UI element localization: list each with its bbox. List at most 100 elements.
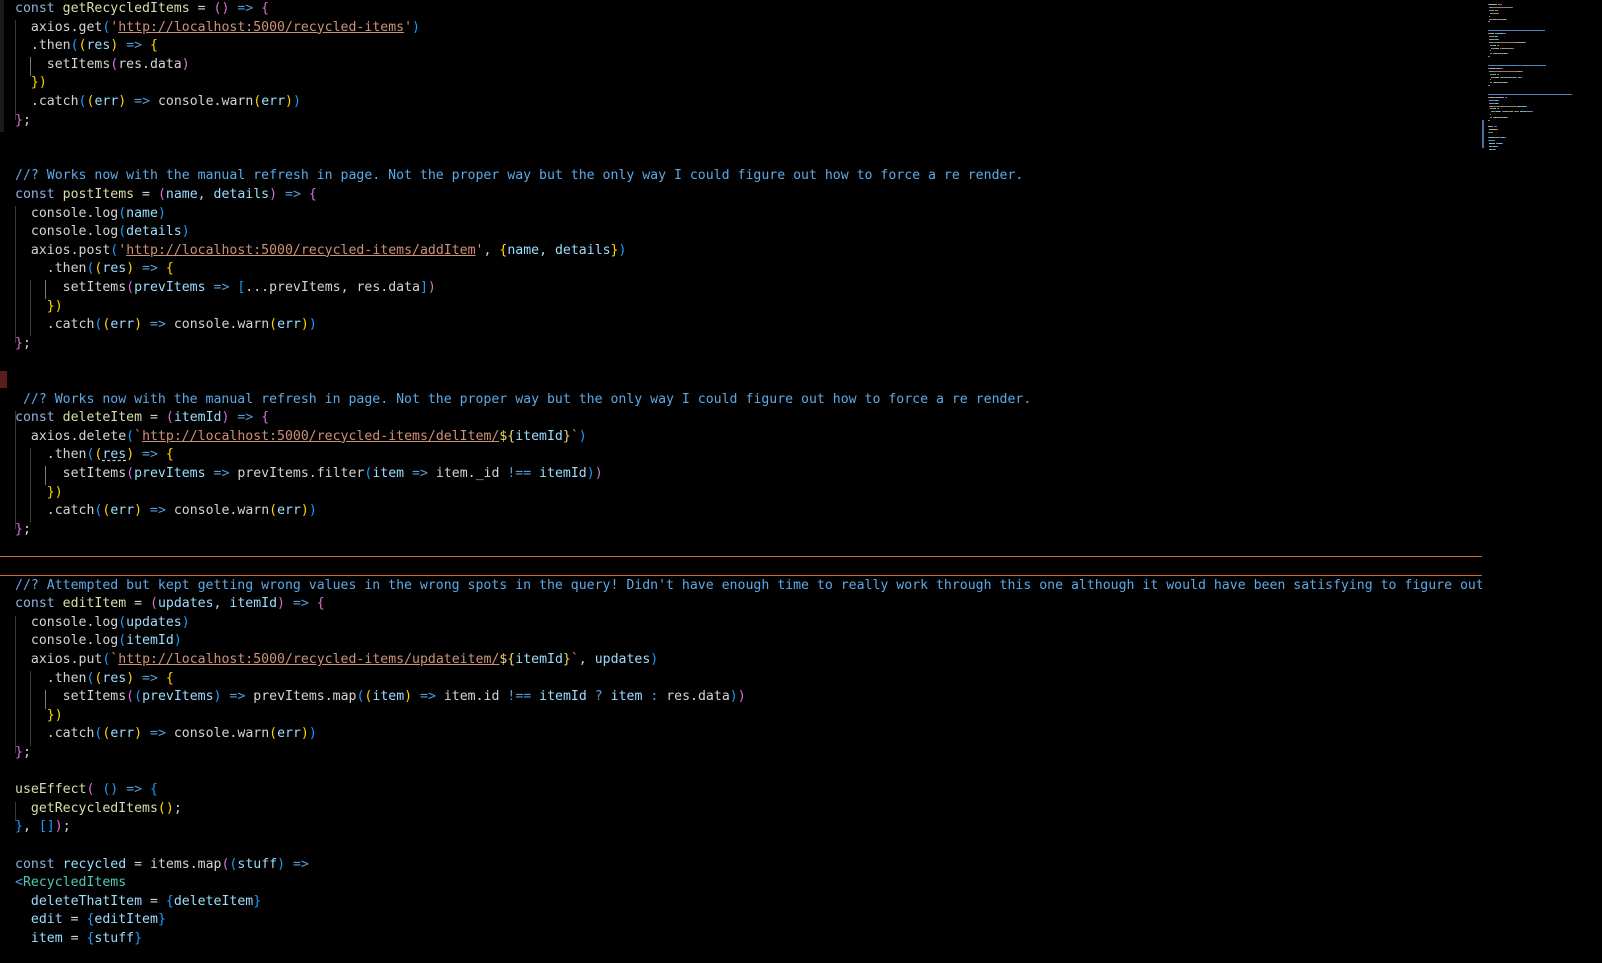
minimap-token bbox=[1495, 76, 1500, 78]
minimap-token bbox=[1496, 146, 1498, 148]
code-token: items.map bbox=[150, 856, 222, 872]
code-token: ) bbox=[737, 689, 746, 705]
code-line[interactable]: }; bbox=[15, 520, 31, 539]
minimap-token bbox=[1488, 64, 1546, 66]
code-line[interactable]: }) bbox=[15, 297, 63, 316]
code-token: err bbox=[94, 94, 119, 109]
code-token: => bbox=[221, 689, 254, 705]
code-line[interactable]: const deleteItem = (itemId) => { bbox=[15, 408, 269, 427]
code-line[interactable]: //? Attempted but kept getting wrong val… bbox=[15, 576, 1482, 595]
code-token: res bbox=[102, 261, 127, 277]
code-line[interactable]: axios.get('http://localhost:5000/recycle… bbox=[15, 18, 420, 37]
minimap-token bbox=[1506, 18, 1508, 20]
code-line[interactable]: getRecycledItems(); bbox=[15, 799, 182, 818]
code-token: { bbox=[316, 596, 325, 612]
code-line[interactable]: console.log(updates) bbox=[15, 613, 190, 632]
code-line[interactable]: axios.delete(`http://localhost:5000/recy… bbox=[15, 427, 587, 446]
code-line[interactable]: axios.put(`http://localhost:5000/recycle… bbox=[15, 650, 658, 669]
code-line[interactable]: useEffect( () => { bbox=[15, 780, 158, 799]
code-line[interactable]: .catch((err) => console.warn(err)) bbox=[15, 724, 317, 743]
minimap-token bbox=[1498, 12, 1499, 14]
code-token: ) bbox=[586, 466, 595, 481]
code-token: postItems bbox=[62, 187, 135, 202]
code-token: updates bbox=[126, 614, 182, 630]
code-token: const bbox=[15, 410, 63, 426]
code-token: recycled bbox=[62, 856, 127, 872]
code-token: item.id bbox=[443, 689, 508, 705]
code-line[interactable]: edit = {editItem} bbox=[15, 910, 166, 929]
code-line[interactable]: }, []); bbox=[15, 817, 71, 836]
code-token: ) bbox=[54, 819, 63, 835]
code-token: err bbox=[110, 503, 135, 519]
code-token: , bbox=[22, 819, 39, 835]
code-token: => bbox=[404, 466, 436, 481]
code-token: = bbox=[142, 893, 166, 909]
code-token: ( bbox=[269, 503, 278, 519]
code-token: } bbox=[15, 819, 23, 835]
code-token: const bbox=[15, 1, 63, 16]
minimap-token bbox=[1507, 53, 1509, 55]
code-line[interactable]: }; bbox=[15, 334, 31, 353]
minimap-token bbox=[1495, 125, 1497, 127]
code-line[interactable]: deleteThatItem = {deleteItem} bbox=[15, 892, 261, 911]
code-token: setItems bbox=[15, 56, 111, 72]
code-line[interactable]: .then((res) => { bbox=[15, 669, 174, 688]
minimap-token bbox=[1496, 35, 1498, 37]
code-line[interactable]: .then((res) => { bbox=[15, 445, 174, 464]
code-line[interactable]: const getRecycledItems = () => { bbox=[15, 0, 269, 18]
code-token: err bbox=[277, 726, 301, 742]
code-line[interactable]: //? Works now with the manual refresh in… bbox=[15, 390, 1031, 409]
code-editor[interactable]: const getRecycledItems = () => { axios.g… bbox=[0, 0, 1482, 963]
code-line[interactable]: <RecycledItems bbox=[15, 873, 126, 892]
code-line[interactable]: .catch((err) => console.warn(err)) bbox=[15, 315, 317, 334]
code-token: { bbox=[165, 670, 174, 686]
code-token: stuff bbox=[237, 856, 278, 872]
minimap-token bbox=[1488, 15, 1490, 17]
code-token: console.warn bbox=[173, 317, 270, 333]
code-line[interactable]: setItems(prevItems => [...prevItems, res… bbox=[15, 278, 436, 297]
minimap-token bbox=[1500, 76, 1508, 78]
code-line[interactable]: .catch((err) => console.warn(err)) bbox=[15, 92, 301, 111]
code-token: }) bbox=[15, 75, 47, 91]
code-line[interactable]: }; bbox=[15, 111, 31, 130]
code-line[interactable]: axios.post('http://localhost:5000/recycl… bbox=[15, 241, 627, 260]
code-token: ( bbox=[118, 205, 127, 221]
code-line[interactable]: .then((res) => { bbox=[15, 36, 158, 55]
code-line[interactable]: const postItems = (name, details) => { bbox=[15, 185, 317, 204]
code-token: ${ bbox=[499, 428, 516, 444]
code-token: => bbox=[134, 447, 166, 463]
code-line[interactable]: }; bbox=[15, 743, 31, 762]
code-line[interactable]: console.log(name) bbox=[15, 204, 166, 223]
code-line[interactable]: const editItem = (updates, itemId) => { bbox=[15, 594, 325, 613]
code-line[interactable]: }) bbox=[15, 483, 63, 502]
code-token: item bbox=[602, 689, 651, 705]
code-line[interactable]: .catch((err) => console.warn(err)) bbox=[15, 501, 317, 520]
code-line[interactable]: setItems((prevItems) => prevItems.map((i… bbox=[15, 687, 746, 706]
code-line[interactable]: item = {stuff} bbox=[15, 929, 142, 948]
minimap-token bbox=[1496, 96, 1504, 98]
code-token: itemId bbox=[515, 428, 563, 444]
code-token: axios.put bbox=[15, 652, 103, 667]
code-token: => bbox=[118, 782, 151, 798]
code-line[interactable]: }) bbox=[15, 706, 63, 725]
minimap[interactable] bbox=[1482, 0, 1602, 963]
minimap-token bbox=[1501, 47, 1512, 49]
code-token: < bbox=[15, 875, 23, 891]
code-token: setItems bbox=[15, 689, 127, 705]
code-token: prevItems bbox=[134, 280, 206, 295]
code-token: () bbox=[157, 800, 174, 816]
minimap-slider[interactable] bbox=[1482, 120, 1484, 148]
code-line[interactable]: const recycled = items.map((stuff) => bbox=[15, 855, 309, 874]
code-line[interactable]: .then((res) => { bbox=[15, 259, 174, 278]
code-line[interactable]: }) bbox=[15, 73, 47, 92]
code-token: ' bbox=[404, 19, 413, 35]
code-token: res bbox=[102, 447, 127, 463]
code-line[interactable]: setItems(prevItems => prevItems.filter(i… bbox=[15, 464, 603, 483]
code-line[interactable]: console.log(details) bbox=[15, 222, 190, 241]
code-token: ) bbox=[173, 633, 182, 649]
code-token: err bbox=[277, 317, 301, 333]
minimap-token bbox=[1497, 102, 1499, 104]
code-line[interactable]: console.log(itemId) bbox=[15, 631, 182, 650]
code-line[interactable]: //? Works now with the manual refresh in… bbox=[15, 166, 1023, 185]
code-line[interactable]: setItems(res.data) bbox=[15, 55, 190, 74]
